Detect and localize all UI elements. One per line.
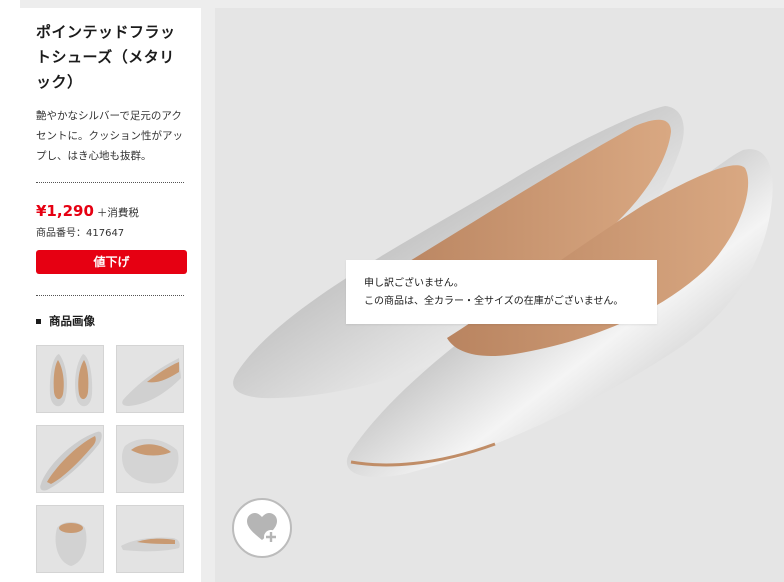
thumbnail-back-view[interactable] [36, 505, 104, 573]
price-row: ¥1,290 ＋消費税 [36, 201, 139, 220]
thumbnail-single-side-view[interactable] [116, 345, 184, 413]
images-heading: 商品画像 [36, 313, 95, 329]
thumbnail-profile-view[interactable] [116, 505, 184, 573]
notice-line-2: この商品は、全カラー・全サイズの在庫がございません。 [364, 296, 624, 307]
notice-line-1: 申し訳ございません。 [364, 278, 464, 289]
tax-label: ＋消費税 [96, 207, 139, 219]
images-heading-label: 商品画像 [49, 314, 95, 328]
sale-badge[interactable]: 値下げ [36, 250, 187, 274]
page-left-border [0, 0, 20, 582]
out-of-stock-notice: 申し訳ございません。 この商品は、全カラー・全サイズの在庫がございません。 [346, 260, 657, 324]
divider [36, 295, 184, 296]
thumbnail-insole-view[interactable] [36, 425, 104, 493]
favorite-button[interactable] [232, 498, 292, 558]
heart-plus-icon [247, 513, 278, 544]
product-number: 商品番号：417647 [36, 228, 125, 239]
bullet-icon [36, 318, 41, 324]
product-image-panel: 申し訳ございません。 この商品は、全カラー・全サイズの在庫がございません。 [215, 8, 784, 582]
product-description: 艶やかなシルバーで足元のアクセントに。クッション性がアップし、はき心地も抜群。 [36, 110, 183, 162]
product-sidebar: ポインテッドフラットシューズ（メタリック） 艶やかなシルバーで足元のアクセントに… [20, 8, 201, 582]
product-price: ¥1,290 [36, 202, 94, 220]
thumbnail-heel-back-view[interactable] [116, 425, 184, 493]
thumbnail-pair-top-view[interactable] [36, 345, 104, 413]
product-title: ポインテッドフラットシューズ（メタリック） [36, 23, 176, 91]
divider [36, 182, 184, 183]
